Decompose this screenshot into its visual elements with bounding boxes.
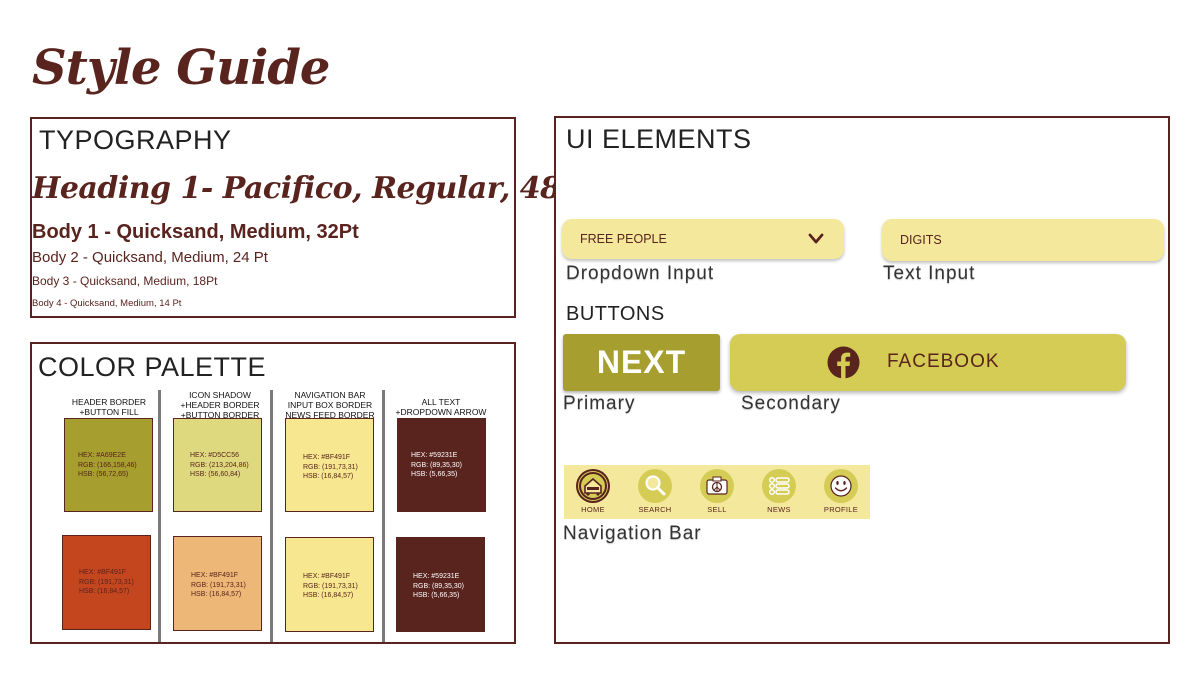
palette-column-header: NAVIGATION BAR INPUT BOX BORDER NEWS FEED … [285,390,375,420]
column-divider [382,390,385,642]
facebook-button[interactable]: FACEBOOK [730,334,1126,391]
chevron-down-icon[interactable] [808,232,824,246]
palette-column-header: ALL TEXT +DROPDOWN ARROW [395,397,487,417]
navigation-bar: HOME SEARCH SELL NEWS PROFILE [564,465,870,519]
color-swatch: HEX: #BF491F RGB: (191,73,31) HSB: (16,84,… [173,536,262,631]
smiley-icon [824,469,858,503]
typography-title: TYPOGRAPHY [39,125,232,155]
dropdown-value: FREE PEOPLE [580,232,667,246]
navbar-caption: Navigation Bar [563,523,702,544]
home-icon [576,469,610,503]
body1-sample: Body 1 - Quicksand, Medium, 32Pt [32,221,359,243]
color-palette-panel: COLOR PALETTE HEADER BORDER +BUTTON FILL … [30,342,516,644]
column-divider [158,390,161,642]
column-divider [270,390,273,642]
nav-item-search[interactable]: SEARCH [631,469,679,517]
news-icon [762,469,796,503]
buttons-title: BUTTONS [566,303,665,325]
search-icon [638,469,672,503]
typography-panel: TYPOGRAPHY Heading 1- Pacifico, Regular,… [30,117,596,318]
color-swatch: HEX: #BF491F RGB: (191,73,31) HSB: (16,84,… [62,535,151,630]
heading1-sample: Heading 1- Pacifico, Regular, 48Pt [32,171,596,206]
body4-sample: Body 4 - Quicksand, Medium, 14 Pt [32,298,182,309]
color-swatch: HEX: #BF491F RGB: (191,73,31) HSB: (16,84,… [285,537,374,632]
camera-icon [700,469,734,503]
color-swatch: HEX: #D5CC56 RGB: (213,204,86) HSB: (56,60… [173,418,262,512]
color-swatch: HEX: #59231E RGB: (89,35,30) HSB: (5,66,35… [397,418,486,512]
palette-column-header: ICON SHADOW +HEADER BORDER +BUTTON BORDER [180,390,260,420]
ui-elements-title: UI ELEMENTS [566,124,752,154]
dropdown-caption: Dropdown Input [566,263,715,284]
secondary-caption: Secondary [741,393,841,414]
nav-label-home: HOME [581,505,605,514]
nav-label-search: SEARCH [638,505,672,514]
text-input-value: DIGITS [900,233,942,247]
palette-column-header: HEADER BORDER +BUTTON FILL [71,397,147,417]
next-button[interactable]: NEXT [563,334,720,391]
color-swatch: HEX: #BF491F RGB: (191,73,31) HSB: (16,84,… [285,418,374,512]
color-swatch: HEX: #A69E2E RGB: (166,158,46) HSB: (56,72… [64,418,153,512]
page-title: Style Guide [32,40,330,96]
dropdown-input[interactable]: FREE PEOPLE [562,219,844,259]
color-swatch: HEX: #59231E RGB: (89,35,30) HSB: (5,66,35… [396,537,485,632]
color-palette-title: COLOR PALETTE [38,352,267,382]
nav-label-profile: PROFILE [823,505,859,514]
nav-item-profile[interactable]: PROFILE [817,469,865,517]
nav-item-sell[interactable]: SELL [693,469,741,517]
primary-caption: Primary [563,393,636,414]
ui-elements-panel: UI ELEMENTS FREE PEOPLE Dropdown Input D… [554,116,1170,644]
nav-label-news: NEWS [767,505,791,514]
body2-sample: Body 2 - Quicksand, Medium, 24 Pt [32,249,268,266]
facebook-button-label: FACEBOOK [887,351,1000,372]
text-input-caption: Text Input [883,263,976,284]
facebook-icon [827,346,860,379]
nav-item-news[interactable]: NEWS [755,469,803,517]
body3-sample: Body 3 - Quicksand, Medium, 18Pt [32,274,218,288]
text-input[interactable]: DIGITS [882,219,1164,261]
nav-item-home[interactable]: HOME [569,469,617,517]
nav-label-sell: SELL [707,505,727,514]
